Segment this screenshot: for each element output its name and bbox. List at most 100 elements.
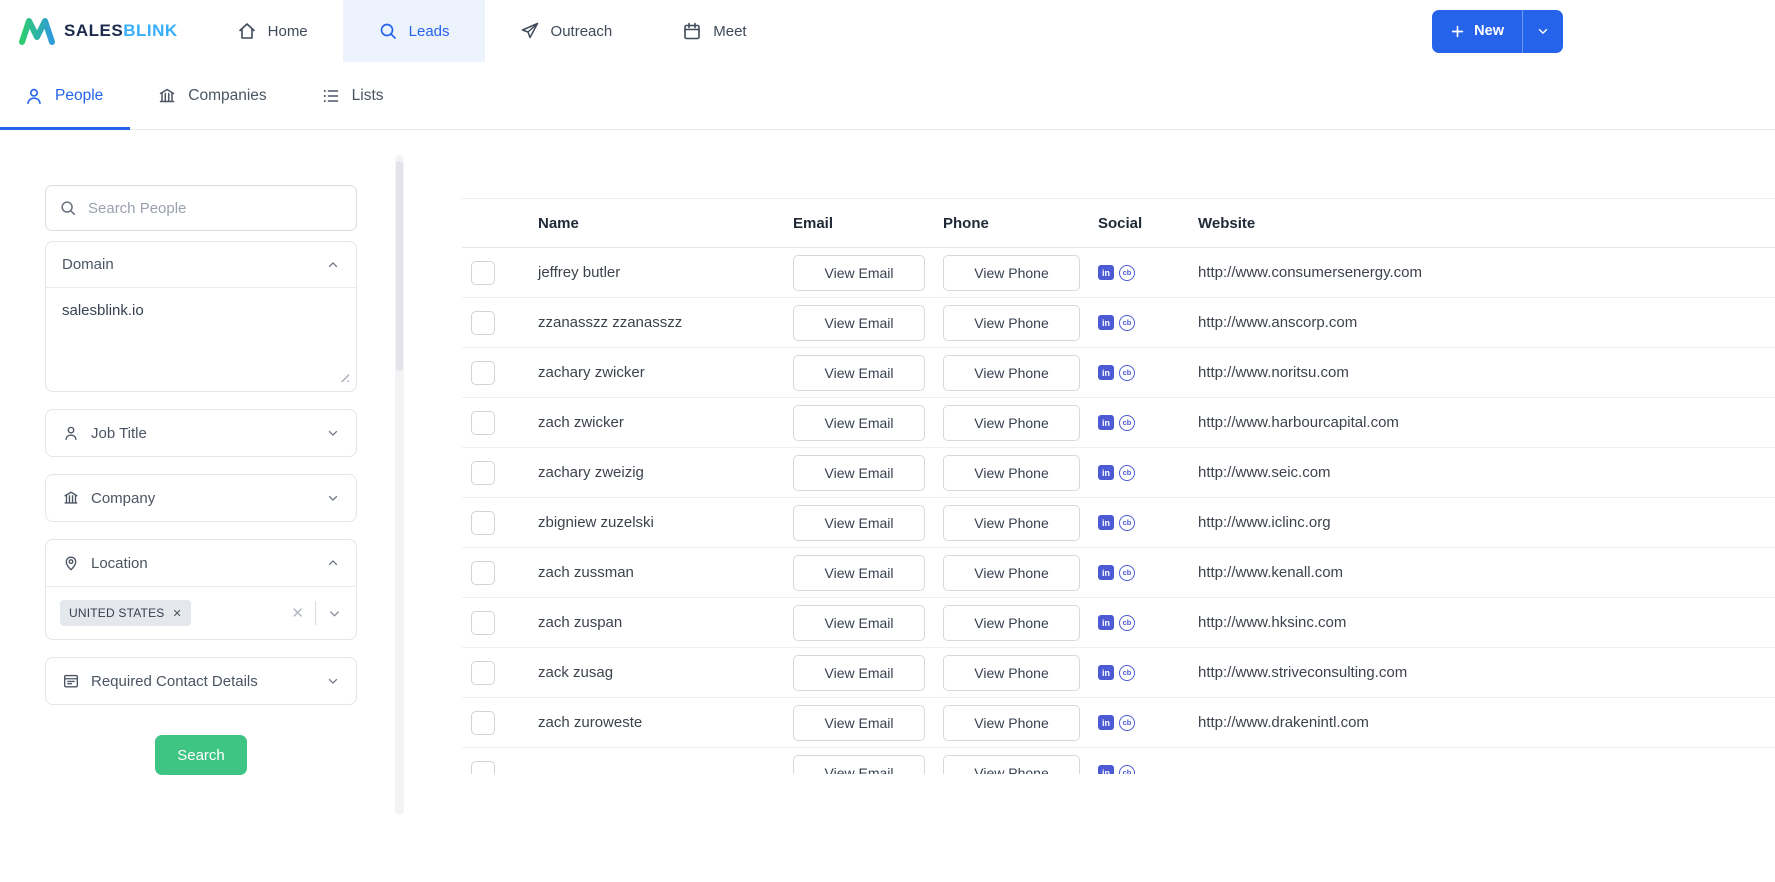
crunchbase-icon[interactable]: cb [1119, 714, 1135, 731]
row-checkbox[interactable] [471, 560, 495, 585]
search-people-input[interactable] [45, 185, 357, 231]
new-button[interactable]: New [1432, 9, 1563, 53]
view-phone-button[interactable]: View Phone [943, 554, 1080, 591]
nav-item-home[interactable]: Home [202, 0, 343, 62]
nav-item-outreach[interactable]: Outreach [485, 0, 648, 62]
view-email-button[interactable]: View Email [793, 704, 925, 741]
website-link[interactable]: http://www.iclinc.org [1198, 514, 1331, 531]
scrollbar[interactable] [395, 155, 404, 815]
row-checkbox[interactable] [471, 510, 495, 535]
row-checkbox[interactable] [471, 460, 495, 485]
crunchbase-icon[interactable]: cb [1119, 614, 1135, 631]
view-phone-button[interactable]: View Phone [943, 604, 1080, 641]
domain-panel-header[interactable]: Domain [46, 242, 356, 287]
crunchbase-icon[interactable]: cb [1119, 764, 1135, 774]
search-button[interactable]: Search [155, 735, 247, 775]
row-checkbox[interactable] [471, 260, 495, 285]
view-email-button[interactable]: View Email [793, 554, 925, 591]
row-checkbox[interactable] [471, 660, 495, 685]
crunchbase-icon[interactable]: cb [1119, 264, 1135, 281]
view-phone-button[interactable]: View Phone [943, 354, 1080, 391]
row-checkbox[interactable] [471, 760, 495, 774]
tab-companies[interactable]: Companies [130, 62, 293, 129]
domain-textarea[interactable]: salesblink.io [50, 292, 352, 378]
logo-blink: BLINK [123, 21, 178, 40]
view-phone-button[interactable]: View Phone [943, 454, 1080, 491]
crunchbase-icon[interactable]: cb [1119, 364, 1135, 381]
website-link[interactable]: http://www.kenall.com [1198, 564, 1343, 581]
website-link[interactable]: http://www.harbourcapital.com [1198, 414, 1399, 431]
linkedin-icon[interactable]: in [1098, 465, 1114, 480]
clear-select-icon[interactable]: ✕ [291, 604, 304, 622]
view-email-button[interactable]: View Email [793, 404, 925, 441]
remove-tag-icon[interactable]: ✕ [173, 607, 182, 620]
crunchbase-icon[interactable]: cb [1119, 664, 1135, 681]
table-scroll-container[interactable]: Name Email Phone Social Website jeffrey … [462, 198, 1775, 774]
social-links: in cb [1098, 664, 1198, 681]
view-email-button[interactable]: View Email [793, 354, 925, 391]
row-checkbox[interactable] [471, 610, 495, 635]
linkedin-icon[interactable]: in [1098, 365, 1114, 380]
linkedin-icon[interactable]: in [1098, 665, 1114, 680]
row-checkbox[interactable] [471, 410, 495, 435]
view-email-button[interactable]: View Email [793, 604, 925, 641]
crunchbase-icon[interactable]: cb [1119, 464, 1135, 481]
required-contact-panel-header[interactable]: Required Contact Details [46, 658, 356, 704]
view-phone-button[interactable]: View Phone [943, 654, 1080, 691]
contact-card-icon [62, 672, 80, 690]
job-title-panel-header[interactable]: Job Title [46, 410, 356, 456]
row-checkbox[interactable] [471, 710, 495, 735]
salesblink-logo[interactable]: SALESBLINK [0, 16, 178, 46]
website-link[interactable]: http://www.striveconsulting.com [1198, 664, 1407, 681]
website-link[interactable]: http://www.noritsu.com [1198, 364, 1349, 381]
linkedin-icon[interactable]: in [1098, 765, 1114, 774]
crunchbase-icon[interactable]: cb [1119, 414, 1135, 431]
view-email-button[interactable]: View Email [793, 304, 925, 341]
view-phone-button[interactable]: View Phone [943, 504, 1080, 541]
tab-people[interactable]: People [0, 62, 131, 130]
view-email-button[interactable]: View Email [793, 654, 925, 691]
linkedin-icon[interactable]: in [1098, 715, 1114, 730]
website-link[interactable]: http://www.consumersenergy.com [1198, 264, 1422, 281]
nav-item-leads[interactable]: Leads [342, 0, 485, 62]
linkedin-icon[interactable]: in [1098, 565, 1114, 580]
linkedin-icon[interactable]: in [1098, 315, 1114, 330]
linkedin-icon[interactable]: in [1098, 415, 1114, 430]
location-multiselect[interactable]: UNITED STATES ✕ ✕ [46, 586, 356, 639]
view-email-button[interactable]: View Email [793, 254, 925, 291]
lead-name: zach zwicker [538, 414, 624, 431]
view-email-button[interactable]: View Email [793, 454, 925, 491]
website-link[interactable]: http://www.anscorp.com [1198, 314, 1357, 331]
logo-text: SALESBLINK [64, 21, 178, 41]
website-link[interactable]: http://www.drakenintl.com [1198, 714, 1369, 731]
row-checkbox[interactable] [471, 310, 495, 335]
view-phone-button[interactable]: View Phone [943, 404, 1080, 441]
website-link[interactable]: http://www.seic.com [1198, 464, 1331, 481]
website-link[interactable]: http://www.hksinc.com [1198, 614, 1346, 631]
view-email-button[interactable]: View Email [793, 504, 925, 541]
table-row: zach zwicker View Email View Phone in cb… [462, 397, 1775, 448]
linkedin-icon[interactable]: in [1098, 265, 1114, 280]
view-phone-button[interactable]: View Phone [943, 704, 1080, 741]
column-header-website: Website [1198, 198, 1775, 248]
view-phone-button[interactable]: View Phone [943, 254, 1080, 291]
crunchbase-icon[interactable]: cb [1119, 314, 1135, 331]
view-phone-button[interactable]: View Phone [943, 754, 1080, 774]
company-panel-header[interactable]: Company [46, 475, 356, 521]
tab-lists[interactable]: Lists [294, 62, 411, 129]
nav-item-meet[interactable]: Meet [647, 0, 781, 62]
chevron-down-icon[interactable] [327, 606, 342, 621]
crunchbase-icon[interactable]: cb [1119, 514, 1135, 531]
scrollbar-thumb[interactable] [396, 161, 403, 371]
linkedin-icon[interactable]: in [1098, 515, 1114, 530]
tab-label: Companies [188, 86, 267, 104]
location-panel-header[interactable]: Location [46, 540, 356, 586]
new-dropdown-toggle[interactable] [1523, 10, 1563, 53]
row-checkbox[interactable] [471, 360, 495, 385]
linkedin-icon[interactable]: in [1098, 615, 1114, 630]
nav-label: Leads [408, 22, 450, 40]
view-phone-button[interactable]: View Phone [943, 304, 1080, 341]
crunchbase-icon[interactable]: cb [1119, 564, 1135, 581]
view-email-button[interactable]: View Email [793, 754, 925, 774]
table-row: zachary zwicker View Email View Phone in… [462, 347, 1775, 398]
